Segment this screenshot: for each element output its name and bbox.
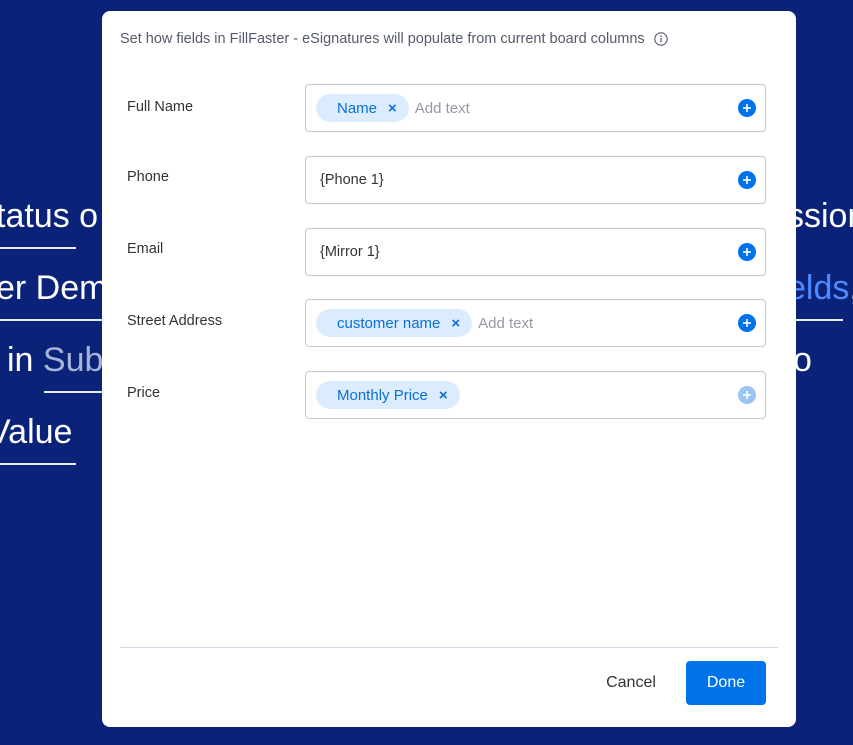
column-mapping-dialog: Set how fields in FillFaster - eSignatur… [102,11,796,727]
remove-chip-icon[interactable]: × [451,316,460,331]
street-address-input[interactable]: customer name × Add text [305,299,766,347]
add-text-placeholder[interactable]: Add text [415,100,470,117]
background-underline [0,319,102,321]
email-input[interactable]: {Mirror 1} [305,228,766,276]
phone-input[interactable]: {Phone 1} [305,156,766,204]
cancel-button[interactable]: Cancel [586,661,676,705]
background-underline [44,391,102,393]
remove-chip-icon[interactable]: × [439,388,448,403]
field-label: Email [127,241,164,257]
remove-chip-icon[interactable]: × [388,101,397,116]
footer-divider [120,647,778,648]
add-column-icon[interactable] [738,99,756,117]
add-column-icon[interactable] [738,314,756,332]
background-underline [0,247,76,249]
add-column-icon[interactable] [738,243,756,261]
add-column-icon[interactable] [738,386,756,404]
background-text-line3-left: in Sub [7,341,104,379]
background-text-line1-left: tatus o [0,197,99,235]
add-text-placeholder[interactable]: Add text [478,315,533,332]
dialog-header: Set how fields in FillFaster - eSignatur… [120,31,668,47]
add-column-icon[interactable] [738,171,756,189]
background-underline [0,463,76,465]
field-label: Phone [127,169,169,185]
background-text-line1-right: ssion [787,197,853,235]
column-token: {Phone 1} [320,172,384,188]
column-chip[interactable]: customer name × [316,309,473,337]
background-text-line2-left: er Dem [0,269,108,307]
field-label: Street Address [127,313,223,329]
field-label: Full Name [127,99,194,115]
price-input[interactable]: Monthly Price × [305,371,766,419]
background-text-line2-right: elds, [787,271,853,305]
done-button[interactable]: Done [686,661,766,705]
full-name-input[interactable]: Name × Add text [305,84,766,132]
column-chip[interactable]: Monthly Price × [316,381,460,409]
column-token: {Mirror 1} [320,244,380,260]
background-text-line4-left: Value [0,413,73,451]
field-label: Price [127,385,161,401]
background-link: elds [787,269,850,307]
dialog-title: Set how fields in FillFaster - eSignatur… [120,31,645,47]
info-icon[interactable] [653,32,668,46]
column-chip[interactable]: Name × [316,94,409,122]
